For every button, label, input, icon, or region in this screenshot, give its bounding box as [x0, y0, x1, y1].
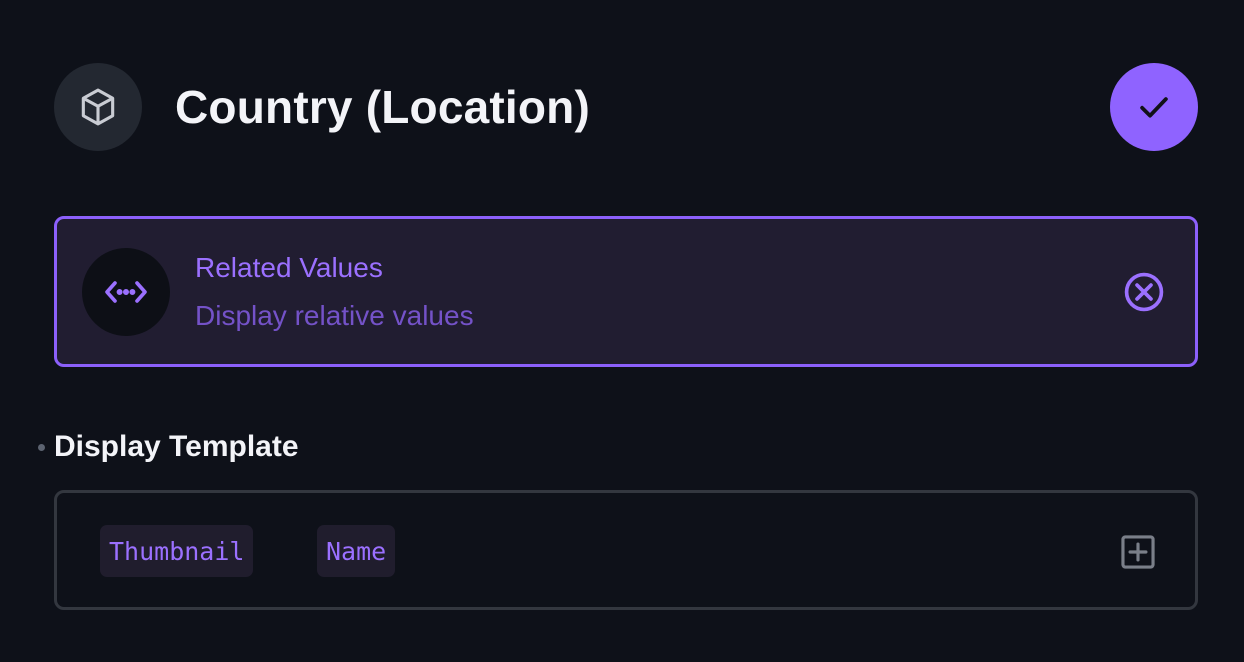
field-label: Display Template: [54, 430, 299, 463]
template-chip-name[interactable]: Name: [317, 525, 396, 577]
remove-interface-button[interactable]: [1121, 269, 1167, 315]
add-box-icon: [1121, 535, 1155, 569]
page-title: Country (Location): [175, 81, 590, 133]
add-field-button[interactable]: [1119, 533, 1157, 571]
display-template-input[interactable]: Thumbnail Name: [54, 490, 1198, 610]
card-text: Related Values Display relative values: [195, 250, 474, 334]
template-chip-thumbnail[interactable]: Thumbnail: [100, 525, 254, 577]
cube-icon: [54, 63, 142, 151]
code-brackets-icon: [82, 247, 170, 336]
check-icon: [1140, 97, 1168, 118]
header: Country (Location): [54, 63, 1198, 151]
interface-subtitle: Display relative values: [195, 299, 474, 331]
save-button[interactable]: [1110, 63, 1198, 151]
required-indicator: [38, 443, 45, 451]
selected-interface-card[interactable]: Related Values Display relative values: [54, 216, 1198, 367]
interface-title: Related Values: [195, 251, 383, 283]
close-circle-icon: [1124, 272, 1164, 311]
display-template-label-row: Display Template: [38, 430, 299, 464]
